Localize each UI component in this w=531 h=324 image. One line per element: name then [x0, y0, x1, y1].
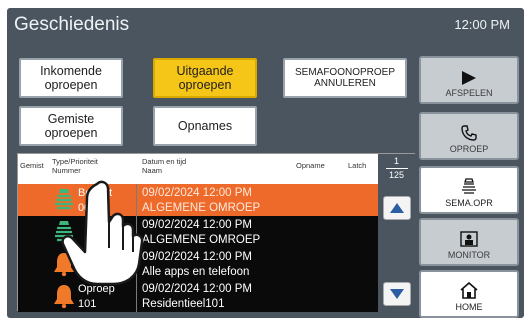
cancel-paging-label: SEMAFOONOPROEP ANNULEREN: [294, 66, 395, 90]
row-name: Alle apps en telefoon: [142, 265, 250, 278]
call-label: OPROEP: [449, 144, 489, 154]
tab-recordings[interactable]: Opnames: [153, 106, 257, 146]
page-title: Geschiedenis: [14, 14, 130, 35]
page-total: 125: [388, 169, 405, 180]
tab-incoming-label: Inkomende oproepen: [40, 63, 102, 92]
page-indicator: 1 125: [378, 156, 415, 181]
row-name: ALGEMENE OMROEP: [142, 233, 261, 246]
tab-missed-label: Gemiste oproepen: [44, 111, 98, 140]
arrow-up-icon: [390, 203, 404, 213]
home-button[interactable]: HOME: [419, 270, 519, 318]
arrow-down-icon: [390, 289, 404, 299]
tab-incoming-calls[interactable]: Inkomende oproepen: [19, 58, 123, 98]
row-datetime: 09/02/2024 12:00 PM Residentieel101: [142, 282, 252, 312]
pointing-hand-icon: [61, 180, 144, 286]
row-date: 09/02/2024 12:00 PM: [142, 251, 252, 263]
clock: 12:00 PM: [454, 17, 510, 32]
home-icon: [460, 282, 478, 299]
row-datetime: 09/02/2024 12:00 PM Alle apps en telefoon: [142, 250, 252, 280]
cancel-paging-button[interactable]: SEMAFOONOPROEP ANNULEREN: [283, 58, 407, 98]
col-recording: Opname: [296, 161, 325, 170]
row-date: 09/02/2024 12:00 PM: [142, 283, 252, 295]
scroll-down-button[interactable]: [383, 282, 411, 306]
play-label: AFSPELEN: [445, 88, 493, 98]
call-button[interactable]: OPROEP: [419, 112, 519, 160]
row-date: 09/02/2024 12:00 PM: [142, 187, 252, 199]
paging-button[interactable]: SEMA.OPR: [419, 166, 519, 214]
tab-missed-calls[interactable]: Gemiste oproepen: [19, 106, 123, 146]
col-missed: Gemist: [20, 161, 44, 170]
col-latch: Latch: [348, 161, 367, 170]
row-datetime: 09/02/2024 12:00 PM ALGEMENE OMROEP: [142, 218, 260, 248]
tab-outgoing-label: Uitgaande oproepen: [176, 63, 234, 92]
phone-icon: [461, 125, 477, 141]
monitor-button[interactable]: MONITOR: [419, 218, 519, 266]
monitor-icon: [460, 231, 478, 247]
col-date: Datum en tijd Naam: [142, 157, 187, 175]
paging-label: SEMA.OPR: [445, 198, 493, 208]
paging-icon: [462, 178, 476, 194]
scroll-panel: 1 125: [378, 154, 415, 311]
scroll-up-button[interactable]: [383, 196, 411, 220]
tab-outgoing-calls[interactable]: Uitgaande oproepen: [153, 58, 257, 98]
page-current: 1: [393, 156, 399, 166]
monitor-label: MONITOR: [447, 250, 491, 260]
home-label: HOME: [455, 302, 483, 312]
tab-recordings-label: Opnames: [177, 118, 233, 133]
row-name: Residentieel101: [142, 297, 225, 310]
page-divider: [385, 167, 408, 169]
row-datetime: 09/02/2024 12:00 PM ALGEMENE OMROEP: [142, 186, 260, 216]
row-date: 09/02/2024 12:00 PM: [142, 219, 252, 231]
play-button[interactable]: AFSPELEN: [419, 56, 519, 104]
col-type: Type/Prioriteit Nummer: [52, 157, 98, 175]
play-icon: [462, 71, 476, 85]
row-name: ALGEMENE OMROEP: [142, 201, 261, 214]
history-screen: Geschiedenis 12:00 PM Inkomende oproepen…: [7, 8, 524, 318]
